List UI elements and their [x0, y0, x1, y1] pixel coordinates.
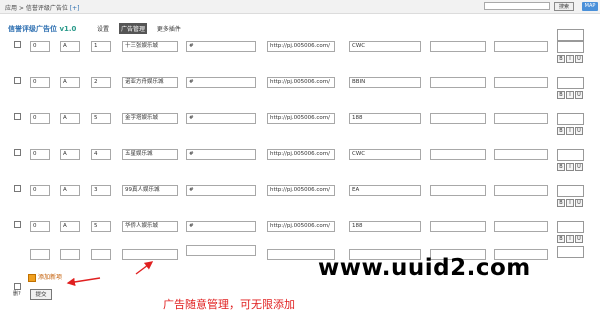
arrow-to-new-row	[135, 261, 154, 275]
annotation-caption: 广告随意管理，可无限添加	[163, 298, 295, 311]
watermark-text: www.uuid2.com	[318, 255, 531, 281]
arrow-to-add-link	[66, 277, 101, 287]
